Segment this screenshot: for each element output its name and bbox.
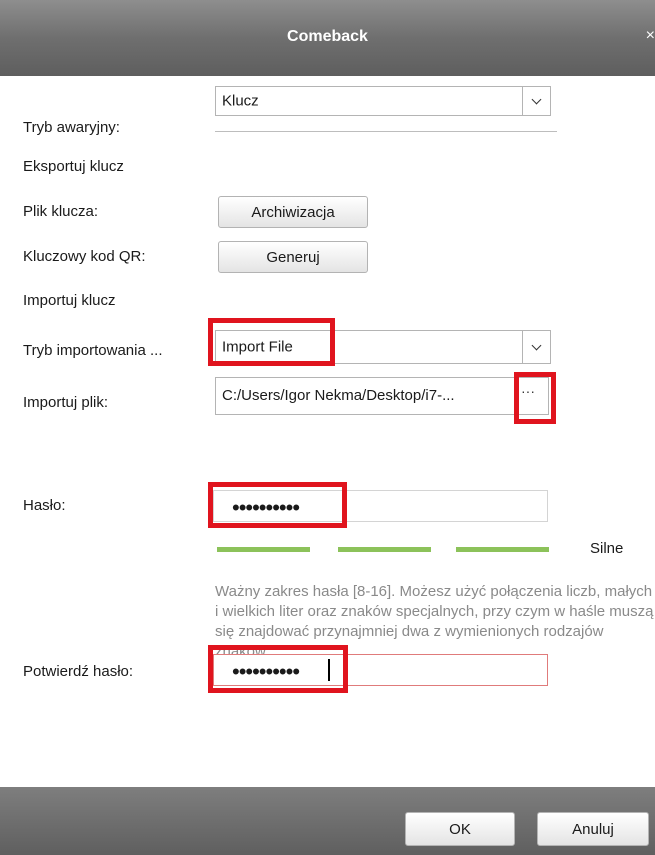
ok-button[interactable]: OK <box>405 812 515 846</box>
confirm-password-label: Potwierdź hasło: <box>23 663 134 680</box>
chevron-down-icon[interactable] <box>522 331 550 363</box>
cancel-button[interactable]: Anuluj <box>537 812 649 846</box>
close-icon[interactable]: × <box>646 27 655 45</box>
highlight-box <box>208 318 335 366</box>
export-heading: Eksportuj klucz <box>23 158 124 175</box>
title-bar: Comeback × <box>0 0 655 76</box>
import-file-value: C:/Users/Igor Nekma/Desktop/i7-... <box>222 387 455 404</box>
dialog-footer: OK Anuluj <box>0 787 655 855</box>
generate-button[interactable]: Generuj <box>218 241 368 273</box>
key-file-label: Plik klucza: <box>23 203 99 220</box>
chevron-down-icon[interactable] <box>522 87 550 115</box>
strength-segment-1 <box>217 547 310 552</box>
emergency-mode-label: Tryb awaryjny: <box>23 119 120 136</box>
strength-label: Silne <box>590 540 624 557</box>
divider <box>215 131 557 132</box>
strength-segment-2 <box>338 547 431 552</box>
import-file-path[interactable]: C:/Users/Igor Nekma/Desktop/i7-... <box>215 377 549 415</box>
import-heading: Importuj klucz <box>23 292 116 309</box>
import-mode-label: Tryb importowania ... <box>23 342 163 359</box>
emergency-mode-select[interactable]: Klucz <box>215 86 551 116</box>
emergency-mode-value: Klucz <box>222 92 259 110</box>
password-label: Hasło: <box>23 497 66 514</box>
highlight-box <box>514 372 556 424</box>
window-title: Comeback <box>287 28 368 45</box>
highlight-box <box>208 645 348 693</box>
highlight-box <box>208 482 347 528</box>
qr-code-label: Kluczowy kod QR: <box>23 248 146 265</box>
backup-button[interactable]: Archiwizacja <box>218 196 368 228</box>
strength-segment-3 <box>456 547 549 552</box>
import-file-label: Importuj plik: <box>23 394 109 411</box>
